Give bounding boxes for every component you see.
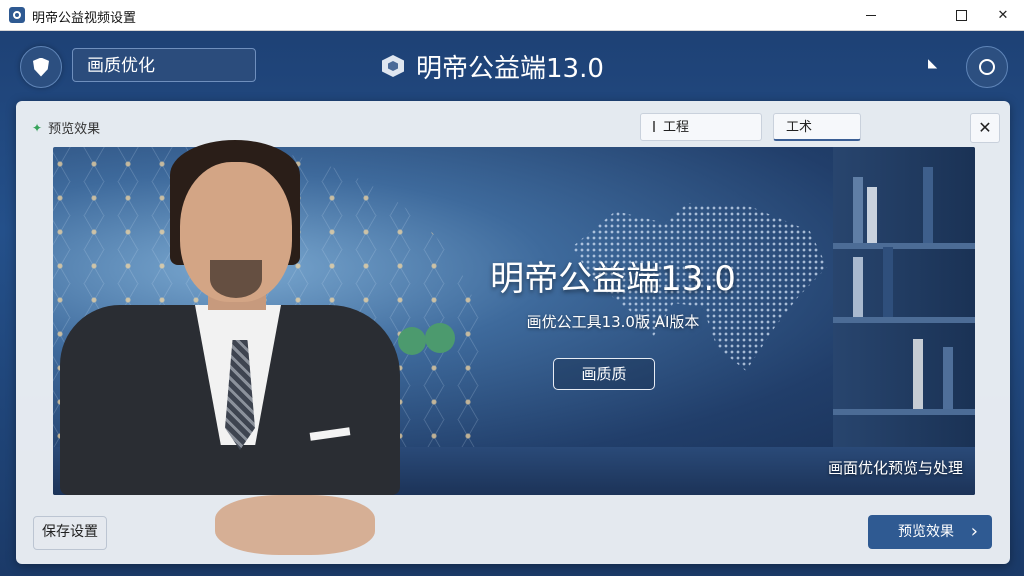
book [943, 347, 953, 409]
shelf-board [833, 243, 975, 249]
sparkle-icon: ✦ [32, 120, 43, 135]
hero-button[interactable]: 画质质 [553, 358, 655, 390]
book [923, 167, 933, 243]
shelf-board [833, 409, 975, 415]
hero-subtitle: 画优公工具13.0版 AI版本 [526, 313, 700, 331]
preview-effect-label: 预览效果 [898, 524, 954, 540]
book [853, 257, 863, 317]
preview-effect-button[interactable]: 预览效果 › [868, 515, 992, 549]
window-title: 明帝公益视频设置 [32, 11, 137, 26]
user-button[interactable] [966, 46, 1008, 88]
tab-2[interactable]: 工术 [773, 113, 861, 141]
notification-icon[interactable]: ◣ [928, 57, 940, 69]
maximize-button[interactable] [938, 0, 984, 30]
user-icon [979, 59, 995, 75]
brand-title: 明帝公益端13.0 [416, 53, 604, 84]
close-panel-button[interactable]: ✕ [970, 113, 1000, 143]
title-bar: 明帝公益视频设置 ✕ [0, 0, 1024, 31]
book [913, 339, 923, 409]
app-icon [9, 7, 25, 23]
close-window-button[interactable]: ✕ [980, 0, 1024, 30]
beard [210, 260, 262, 298]
tab-2-label: 工术 [786, 120, 813, 135]
hands [215, 495, 375, 555]
minimize-button[interactable] [848, 0, 894, 30]
tab-1-label: 工程 [663, 120, 690, 135]
book [867, 187, 877, 243]
book [883, 247, 893, 317]
minimize-icon [866, 14, 876, 16]
tab-marker-icon [653, 121, 655, 132]
hero-title: 明帝公益端13.0 [490, 259, 736, 299]
maximize-icon [955, 9, 967, 21]
mode-selector[interactable]: 画质优化 [72, 48, 256, 82]
cube-logo-icon [382, 55, 404, 77]
chevron-right-icon: › [970, 521, 978, 542]
shelf-board [833, 317, 975, 323]
hero-caption: 画面优化预览与处理 [827, 459, 963, 477]
shield-button[interactable] [20, 46, 62, 88]
shield-icon [33, 57, 49, 77]
presenter [60, 100, 440, 570]
book [853, 177, 863, 243]
brand: 明帝公益端13.0 [382, 48, 604, 84]
close-icon: ✕ [997, 7, 1009, 23]
tab-1[interactable]: 工程 [640, 113, 762, 141]
